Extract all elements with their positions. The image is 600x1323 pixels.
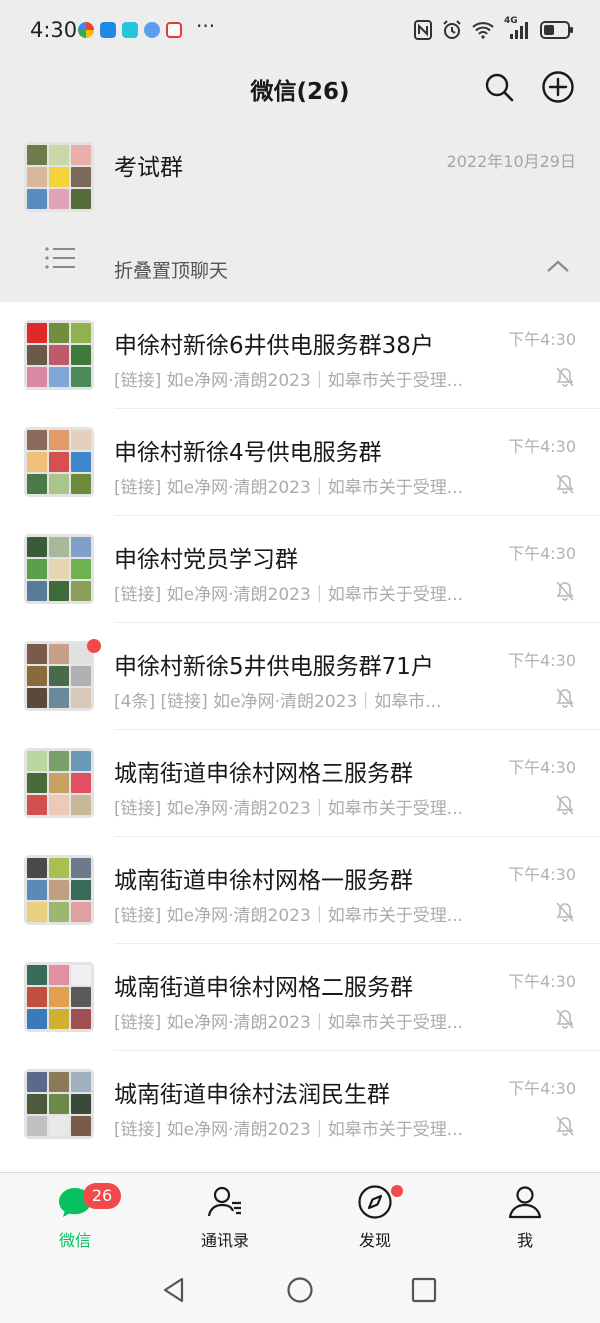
mute-bell-icon [556,688,574,708]
chat-name: 考试群 [114,155,183,181]
app-notification-icon [100,22,116,38]
chat-time: 下午4:30 [508,1079,576,1098]
chat-time: 下午4:30 [508,651,576,670]
chat-list-item[interactable]: 申徐村新徐4号供电服务群 [链接] 如e净网·清朗2023｜如皋市关于受理...… [0,409,600,516]
chat-name: 城南街道申徐村网格二服务群 [114,975,413,1001]
tab-label: 发现 [358,1231,391,1250]
chat-name: 申徐村新徐6井供电服务群38户 [114,333,434,359]
chat-time: 下午4:30 [508,437,576,456]
fold-pinned-row[interactable] [0,210,600,302]
battery-icon [540,21,573,39]
chat-list-item[interactable]: 城南街道申徐村法润民生群 [链接] 如e净网·清朗2023｜如皋市关于受理...… [0,1051,600,1158]
chat-preview: [链接] 如e净网·清朗2023｜如皋市关于受理... [114,585,464,605]
back-triangle-icon[interactable] [160,1276,188,1304]
mute-bell-icon [556,1009,574,1029]
chat-preview: [链接] 如e净网·清朗2023｜如皋市关于受理... [114,478,464,498]
tab-contacts[interactable]: 通讯录 [175,1183,275,1253]
chat-list: 申徐村新徐6井供电服务群38户 [链接] 如e净网·清朗2023｜如皋市关于受理… [0,302,600,1172]
mute-bell-icon [556,795,574,815]
tab-discover[interactable]: 发现 [325,1183,425,1253]
pinned-section: 考试群 2022年10月29日 [0,120,600,302]
group-avatar [24,962,94,1032]
chat-list-item[interactable]: 城南街道申徐村网格一服务群 [链接] 如e净网·清朗2023｜如皋市关于受理..… [0,837,600,944]
chat-time: 下午4:30 [508,758,576,777]
chat-preview: [链接] 如e净网·清朗2023｜如皋市关于受理... [114,371,464,391]
chevron-up-icon[interactable] [546,258,570,274]
discover-dot [391,1185,403,1197]
tab-chats[interactable]: 微信 26 [25,1183,125,1253]
pinned-chat-row[interactable]: 考试群 2022年10月29日 [0,120,600,212]
group-avatar [24,748,94,818]
group-avatar [24,320,94,390]
status-time: 4:30 [30,18,78,42]
chat-name: 城南街道申徐村网格一服务群 [114,868,413,894]
group-avatar [24,855,94,925]
alarm-icon [443,20,461,39]
app-notification-icon [144,22,160,38]
mute-bell-icon [556,367,574,387]
chat-preview: [链接] 如e净网·清朗2023｜如皋市关于受理... [114,799,464,819]
chat-name: 城南街道申徐村网格三服务群 [114,761,413,787]
add-circle-icon[interactable] [541,70,575,104]
chat-time: 下午4:30 [508,972,576,991]
recents-square-icon[interactable] [410,1276,438,1304]
chat-list-item[interactable]: 城南街道申徐村网格三服务群 [链接] 如e净网·清朗2023｜如皋市关于受理..… [0,730,600,837]
chat-preview: [4条] [链接] 如e净网·清朗2023｜如皋市... [114,692,442,712]
tab-label: 我 [516,1231,533,1250]
tab-label: 微信 [58,1231,91,1250]
group-avatar [24,534,94,604]
nfc-icon [414,20,432,40]
chat-preview: [链接] 如e净网·清朗2023｜如皋市关于受理... [114,1120,464,1140]
fold-pinned-label: 折叠置顶聊天 [114,260,229,282]
chat-time: 2022年10月29日 [446,152,576,171]
chat-name: 申徐村新徐4号供电服务群 [114,440,382,466]
chat-name: 申徐村党员学习群 [114,547,298,573]
app-notification-icon [122,22,138,38]
compass-icon [358,1185,392,1219]
chat-time: 下午4:30 [508,330,576,349]
search-icon[interactable] [483,71,515,103]
group-avatar [24,142,94,212]
status-bar: 4:30 ··· 4G [0,0,600,62]
group-avatar [24,427,94,497]
system-nav-bar [0,1256,600,1323]
mute-bell-icon [556,1116,574,1136]
contacts-icon [207,1186,241,1217]
tab-label: 通讯录 [200,1231,249,1250]
tab-bar: 微信 26 通讯录 发现 我 [0,1172,600,1256]
person-icon [508,1186,542,1219]
chat-list-item[interactable]: 城南街道申徐村网格二服务群 [链接] 如e净网·清朗2023｜如皋市关于受理..… [0,944,600,1051]
header: 微信(26) [0,62,600,120]
chat-time: 下午4:30 [508,544,576,563]
home-circle-icon[interactable] [286,1276,314,1304]
app-notification-icon [166,22,182,38]
app-notification-icon [78,22,94,38]
chat-list-item[interactable]: 申徐村新徐6井供电服务群38户 [链接] 如e净网·清朗2023｜如皋市关于受理… [0,302,600,409]
group-avatar [24,641,94,711]
wifi-icon [472,22,494,39]
unread-dot [87,639,101,653]
status-more: ··· [196,14,216,38]
mute-bell-icon [556,902,574,922]
unread-badge: 26 [83,1183,121,1209]
signal-4g-icon: 4G [504,16,530,40]
chat-preview: [链接] 如e净网·清朗2023｜如皋市关于受理... [114,906,464,926]
mute-bell-icon [556,581,574,601]
chat-name: 城南街道申徐村法润民生群 [114,1082,390,1108]
tab-me[interactable]: 我 [475,1183,575,1253]
chat-preview: [链接] 如e净网·清朗2023｜如皋市关于受理... [114,1013,464,1033]
status-system-icons: 4G [414,16,574,40]
chat-time: 下午4:30 [508,865,576,884]
mute-bell-icon [556,474,574,494]
group-avatar [24,1069,94,1139]
status-app-icons [78,22,182,38]
chat-name: 申徐村新徐5井供电服务群71户 [114,654,434,680]
list-icon [45,247,75,269]
chat-list-item[interactable]: 申徐村党员学习群 [链接] 如e净网·清朗2023｜如皋市关于受理... 下午4… [0,516,600,623]
